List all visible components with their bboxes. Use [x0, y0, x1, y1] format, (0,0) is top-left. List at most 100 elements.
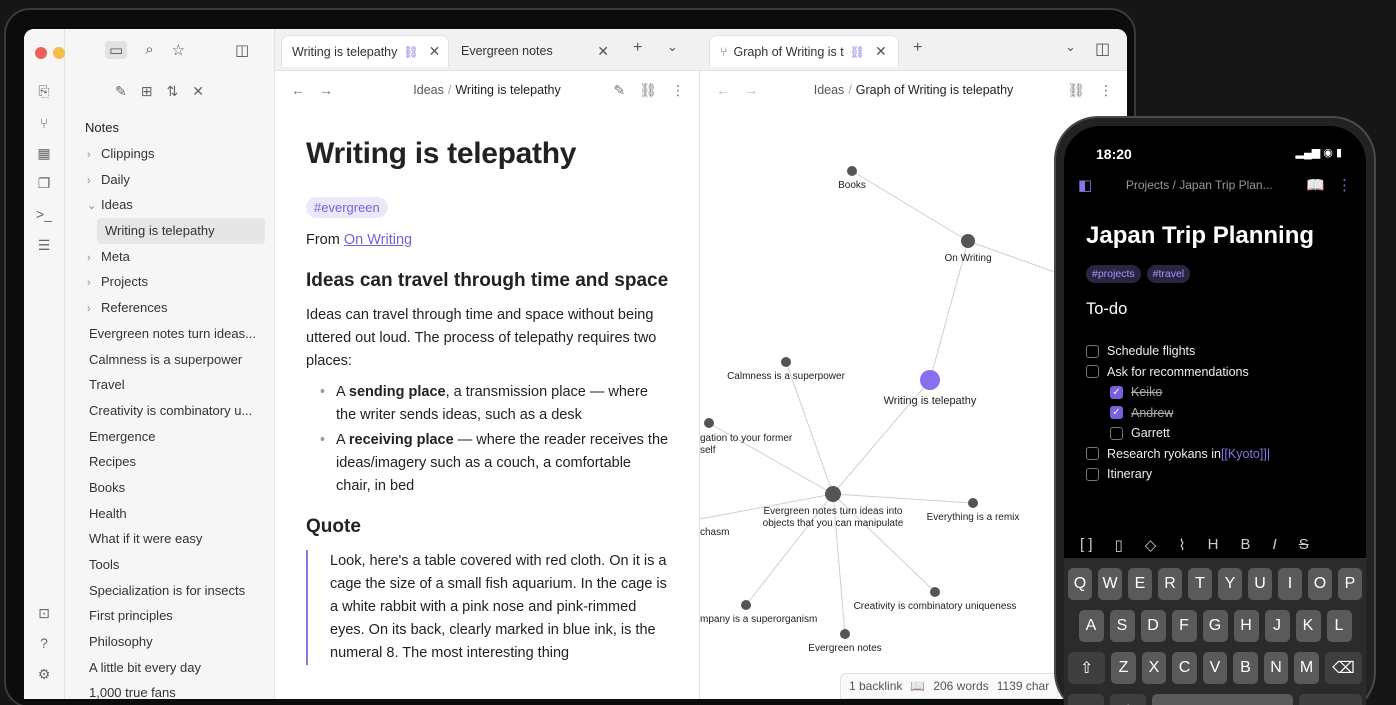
new-tab-icon[interactable]: +	[913, 39, 922, 57]
return-key[interactable]: return	[1299, 694, 1363, 705]
new-folder-icon[interactable]: ⊞	[141, 83, 153, 100]
settings-gear-icon[interactable]: ⚙	[34, 664, 54, 684]
graph-node[interactable]	[930, 587, 940, 597]
key[interactable]: P	[1338, 568, 1362, 600]
star-icon[interactable]: ☆	[172, 41, 185, 59]
more-options-icon[interactable]: ⋮	[1099, 82, 1113, 99]
attachment-icon[interactable]: ⌇	[1178, 536, 1185, 554]
key[interactable]: Y	[1218, 568, 1242, 600]
key[interactable]: D	[1140, 610, 1166, 642]
key[interactable]: L	[1326, 610, 1352, 642]
folder-icon[interactable]: ▭	[105, 41, 128, 59]
numbers-key[interactable]: 123	[1068, 694, 1105, 705]
reading-mode-icon[interactable]: 📖	[1306, 176, 1325, 194]
file-writing-is-telepathy[interactable]: Writing is telepathy	[97, 218, 265, 244]
emoji-key-icon[interactable]: ☺	[1110, 694, 1147, 705]
key[interactable]: H	[1233, 610, 1259, 642]
tab-graph[interactable]: ⑂ Graph of Writing is t ⛓ ✕	[709, 35, 899, 67]
graph-view-icon[interactable]: ⑂	[34, 113, 54, 133]
backlinks-count[interactable]: 1 backlink	[849, 679, 902, 693]
key[interactable]: V	[1202, 652, 1228, 684]
file-item[interactable]: Recipes	[65, 449, 275, 475]
file-item[interactable]: Emergence	[65, 424, 275, 450]
sort-icon[interactable]: ⇅	[166, 83, 178, 100]
file-item[interactable]: Specialization is for insects	[65, 578, 275, 604]
terminal-icon[interactable]: >_	[34, 204, 54, 224]
on-writing-link[interactable]: On Writing	[344, 232, 412, 248]
todo-item[interactable]: ✓ Andrew	[1086, 403, 1356, 424]
checkbox-checked[interactable]: ✓	[1110, 406, 1123, 420]
folder-daily[interactable]: › Daily	[65, 167, 275, 193]
tag-projects[interactable]: #projects	[1086, 265, 1141, 283]
switcher-icon[interactable]: ⎘	[34, 81, 54, 101]
checkbox[interactable]	[1086, 467, 1099, 481]
new-note-icon[interactable]: ✎	[115, 83, 127, 100]
key[interactable]: J	[1264, 610, 1290, 642]
file-item[interactable]: Tools	[65, 552, 275, 578]
graph-node[interactable]	[741, 600, 751, 610]
key[interactable]: C	[1172, 652, 1197, 684]
file-icon[interactable]: ▯	[1115, 536, 1123, 554]
key[interactable]: B	[1233, 652, 1258, 684]
file-item[interactable]: Travel	[65, 372, 275, 398]
close-tab-icon[interactable]: ✕	[597, 43, 609, 60]
key[interactable]: M	[1294, 652, 1319, 684]
tab-list-chevron-icon[interactable]: ⌄	[667, 39, 678, 55]
todo-item[interactable]: ✓ Keiko	[1086, 382, 1356, 403]
sidebar-toggle-icon[interactable]: ◫	[235, 41, 249, 59]
key[interactable]: S	[1109, 610, 1135, 642]
checkbox[interactable]	[1086, 447, 1099, 461]
link-icon[interactable]: ⛓	[1067, 82, 1085, 99]
key[interactable]: T	[1188, 568, 1212, 600]
file-item[interactable]: 1,000 true fans	[65, 680, 275, 699]
delete-key-icon[interactable]: ⌫	[1324, 652, 1362, 684]
graph-node[interactable]	[704, 418, 714, 428]
checkbox[interactable]	[1086, 344, 1099, 358]
shift-key-icon[interactable]: ⇧	[1068, 652, 1106, 684]
edit-pencil-icon[interactable]: ✎	[613, 82, 625, 99]
close-window-button[interactable]	[35, 47, 47, 59]
close-tab-icon[interactable]: ✕	[429, 43, 441, 60]
key[interactable]: U	[1248, 568, 1272, 600]
link-icon[interactable]: ⛓	[639, 82, 657, 99]
checkbox[interactable]	[1086, 365, 1099, 379]
note-title[interactable]: Writing is telepathy	[306, 137, 669, 171]
tab-writing-is-telepathy[interactable]: Writing is telepathy ⛓ ✕	[281, 35, 449, 67]
key[interactable]: X	[1141, 652, 1167, 684]
todo-item[interactable]: Garrett	[1086, 423, 1356, 444]
key[interactable]: N	[1263, 652, 1289, 684]
checkbox[interactable]	[1110, 426, 1123, 440]
brackets-icon[interactable]: [ ]	[1080, 536, 1093, 554]
todo-item[interactable]: Ask for recommendations	[1086, 362, 1356, 383]
kyoto-link[interactable]: [[Kyoto]]	[1221, 447, 1267, 461]
calendar-icon[interactable]: ▦	[34, 143, 54, 163]
key[interactable]: E	[1128, 568, 1152, 600]
file-item[interactable]: Evergreen notes turn ideas...	[65, 321, 275, 347]
file-item[interactable]: What if it were easy	[65, 526, 275, 552]
templates-icon[interactable]: ☰	[34, 235, 54, 255]
phone-breadcrumb[interactable]: Projects / Japan Trip Plan...	[1092, 178, 1306, 192]
file-item[interactable]: Philosophy	[65, 629, 275, 655]
help-icon[interactable]: ?	[34, 633, 54, 653]
key[interactable]: G	[1202, 610, 1228, 642]
note-content[interactable]: Writing is telepathy #evergreen From On …	[275, 109, 699, 665]
tag-travel[interactable]: #travel	[1146, 265, 1191, 283]
key[interactable]: W	[1098, 568, 1122, 600]
todo-item[interactable]: Schedule flights	[1086, 341, 1356, 362]
new-tab-icon[interactable]: +	[633, 39, 642, 57]
strikethrough-icon[interactable]: S	[1299, 536, 1309, 554]
space-key[interactable]: space	[1152, 694, 1294, 705]
tag-evergreen[interactable]: #evergreen	[306, 197, 388, 218]
graph-node[interactable]	[961, 234, 975, 248]
bold-icon[interactable]: B	[1241, 536, 1251, 554]
folder-ideas[interactable]: ⌄ Ideas	[65, 192, 275, 218]
heading-icon[interactable]: H	[1208, 536, 1219, 554]
graph-node[interactable]	[840, 629, 850, 639]
graph-node[interactable]	[847, 166, 857, 176]
graph-node[interactable]	[968, 498, 978, 508]
sidebar-toggle-icon[interactable]: ◧	[1078, 176, 1092, 194]
italic-icon[interactable]: I	[1273, 536, 1277, 554]
file-item[interactable]: Creativity is combinatory u...	[65, 398, 275, 424]
graph-node[interactable]	[781, 357, 791, 367]
folder-clippings[interactable]: › Clippings	[65, 141, 275, 167]
